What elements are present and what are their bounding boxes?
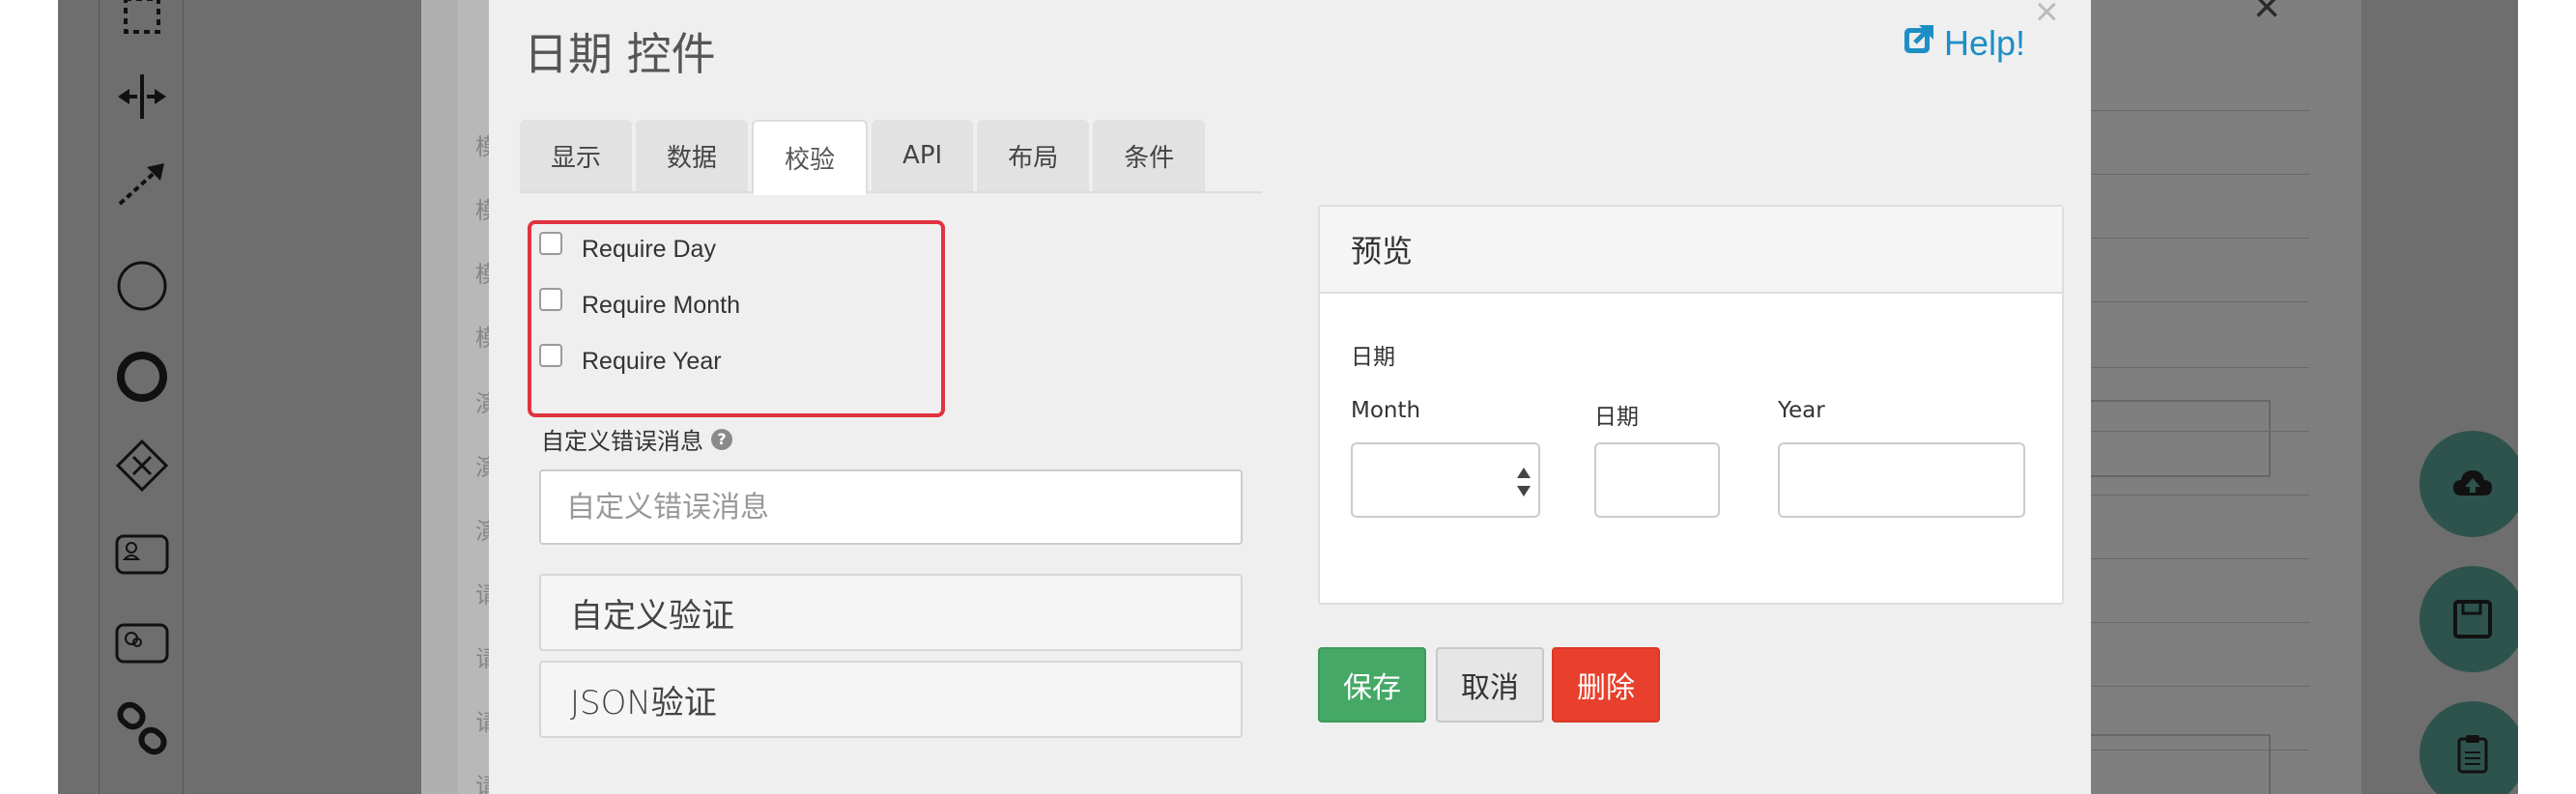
require-day-checkbox[interactable] — [539, 231, 562, 255]
dialog-title: 日期 控件 — [524, 28, 716, 80]
tab-layout[interactable]: 布局 — [977, 120, 1090, 191]
year-input[interactable] — [1778, 442, 2025, 518]
json-validation-panel[interactable]: JSON验证 — [539, 661, 1243, 738]
close-icon[interactable]: × — [2035, 0, 2059, 35]
delete-button[interactable]: 删除 — [1552, 647, 1660, 723]
tab-validation[interactable]: 校验 — [752, 120, 869, 195]
question-circle-icon[interactable]: ? — [711, 428, 732, 450]
require-day-option[interactable]: Require Day — [539, 231, 716, 264]
require-month-option[interactable]: Require Month — [539, 287, 740, 320]
tab-display[interactable]: 显示 — [520, 120, 633, 191]
help-link[interactable]: Help! — [1902, 21, 2025, 65]
month-select[interactable] — [1351, 442, 1540, 518]
tab-conditional[interactable]: 条件 — [1093, 120, 1206, 191]
custom-error-input[interactable] — [539, 469, 1243, 545]
custom-error-label: 自定义错误消息 ? — [541, 422, 732, 456]
day-label: 日期 — [1594, 405, 1639, 430]
require-month-checkbox[interactable] — [539, 287, 562, 311]
preview-panel: 预览 日期 Month 日期 Year — [1318, 205, 2064, 605]
preview-field-label: 日期 — [1351, 345, 1395, 370]
help-label: Help! — [1944, 22, 2026, 63]
day-input[interactable] — [1594, 442, 1720, 518]
dialog-tabs: 显示 数据 校验 API 布局 条件 — [520, 120, 1262, 195]
custom-error-label-text: 自定义错误消息 — [541, 428, 703, 455]
require-year-label: Require Year — [582, 348, 722, 375]
month-label: Month — [1351, 398, 1421, 423]
require-month-label: Require Month — [582, 292, 740, 319]
preview-heading: 预览 — [1320, 207, 2062, 294]
year-label: Year — [1778, 398, 1825, 423]
external-link-icon — [1902, 21, 1936, 65]
date-component-dialog: 日期 控件 Help! × 显示 数据 校验 API 布局 条件 Require… — [489, 0, 2091, 794]
custom-validation-panel[interactable]: 自定义验证 — [539, 574, 1243, 651]
select-arrows-icon — [1517, 468, 1531, 496]
require-year-option[interactable]: Require Year — [539, 343, 722, 376]
tab-data[interactable]: 数据 — [636, 120, 749, 191]
require-year-checkbox[interactable] — [539, 343, 562, 367]
require-day-label: Require Day — [582, 236, 716, 263]
tab-api[interactable]: API — [872, 120, 974, 191]
cancel-button[interactable]: 取消 — [1436, 647, 1544, 723]
save-button[interactable]: 保存 — [1318, 647, 1426, 723]
